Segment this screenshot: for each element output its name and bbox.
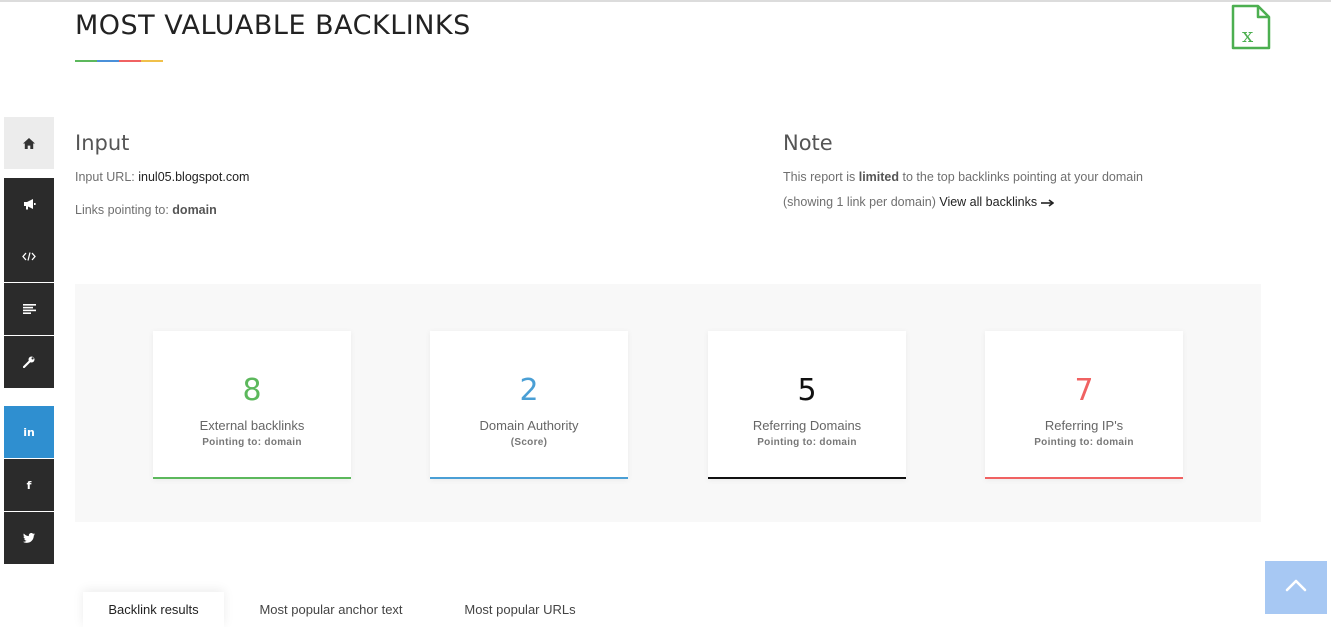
stat-sublabel: (Score) bbox=[510, 437, 548, 448]
wrench-icon bbox=[23, 356, 35, 368]
links-pointing-label: Links pointing to: bbox=[75, 203, 169, 217]
sidebar-twitter-button[interactable] bbox=[4, 512, 54, 564]
sidebar-tools-button[interactable] bbox=[4, 336, 54, 388]
note-text-before: This report is bbox=[783, 170, 856, 184]
stat-accent-bar bbox=[708, 477, 906, 479]
bullhorn-icon bbox=[23, 198, 36, 210]
input-heading: Input bbox=[75, 131, 130, 155]
stat-value: 2 bbox=[519, 373, 539, 408]
note-line-2: (showing 1 link per domain) View all bac… bbox=[783, 195, 1054, 209]
stat-label: External backlinks bbox=[199, 418, 305, 433]
sidebar-content-button[interactable] bbox=[4, 283, 54, 335]
stat-label: Referring Domains bbox=[752, 418, 862, 433]
sidebar-facebook-button[interactable]: f bbox=[4, 459, 54, 511]
stat-sublabel: Pointing to: domain bbox=[757, 437, 857, 448]
arrow-right-icon bbox=[1040, 195, 1054, 209]
excel-icon[interactable]: x bbox=[1230, 4, 1272, 50]
note-line2-text: (showing 1 link per domain) bbox=[783, 195, 936, 209]
input-url-line: Input URL: inul05.blogspot.com bbox=[75, 170, 249, 184]
sidebar-home-button[interactable] bbox=[4, 117, 54, 169]
sidebar-announcements-button[interactable] bbox=[4, 178, 54, 230]
stat-value: 8 bbox=[242, 373, 262, 408]
stat-accent-bar bbox=[153, 477, 351, 479]
svg-text:x: x bbox=[1242, 23, 1254, 47]
page-title: MOST VALUABLE BACKLINKS bbox=[75, 10, 471, 41]
title-underline bbox=[75, 60, 163, 62]
stat-sublabel: Pointing to: domain bbox=[202, 437, 302, 448]
stat-label: Referring IP's bbox=[1044, 418, 1124, 433]
scroll-to-top-button[interactable] bbox=[1265, 561, 1327, 614]
links-pointing-value: domain bbox=[172, 203, 217, 217]
view-all-backlinks-label: View all backlinks bbox=[939, 195, 1038, 209]
stat-sublabel: Pointing to: domain bbox=[1034, 437, 1134, 448]
align-left-icon bbox=[22, 304, 36, 314]
stat-accent-bar bbox=[430, 477, 628, 479]
note-text: This report is limited to the top backli… bbox=[783, 170, 1143, 184]
linkedin-icon: in bbox=[23, 425, 35, 439]
input-url-value: inul05.blogspot.com bbox=[138, 170, 250, 184]
stat-card-referring-ips: 7 Referring IP's Pointing to: domain bbox=[985, 331, 1183, 479]
note-text-bold: limited bbox=[858, 170, 900, 184]
stat-card-domain-authority: 2 Domain Authority (Score) bbox=[430, 331, 628, 479]
stat-card-referring-domains: 5 Referring Domains Pointing to: domain bbox=[708, 331, 906, 479]
note-text-after: to the top backlinks pointing at your do… bbox=[902, 170, 1143, 184]
view-all-backlinks-link[interactable]: View all backlinks bbox=[939, 195, 1054, 209]
chevron-up-icon bbox=[1285, 579, 1307, 597]
tab-most-popular-urls[interactable]: Most popular URLs bbox=[452, 592, 588, 627]
stat-card-external-backlinks: 8 External backlinks Pointing to: domain bbox=[153, 331, 351, 479]
note-heading: Note bbox=[783, 131, 833, 155]
twitter-icon bbox=[23, 533, 35, 543]
home-icon bbox=[23, 137, 35, 149]
input-url-label: Input URL: bbox=[75, 170, 135, 184]
links-pointing-line: Links pointing to: domain bbox=[75, 203, 217, 217]
sidebar-code-button[interactable] bbox=[4, 230, 54, 282]
tab-most-popular-anchor-text[interactable]: Most popular anchor text bbox=[248, 592, 414, 627]
facebook-icon: f bbox=[26, 478, 32, 492]
sidebar-linkedin-button[interactable]: in bbox=[4, 406, 54, 458]
top-border bbox=[0, 0, 1331, 2]
tab-backlink-results[interactable]: Backlink results bbox=[83, 592, 224, 627]
code-icon bbox=[22, 251, 36, 261]
stat-value: 7 bbox=[1074, 373, 1094, 408]
stat-value: 5 bbox=[797, 373, 817, 408]
stat-accent-bar bbox=[985, 477, 1183, 479]
stat-label: Domain Authority bbox=[479, 418, 579, 433]
